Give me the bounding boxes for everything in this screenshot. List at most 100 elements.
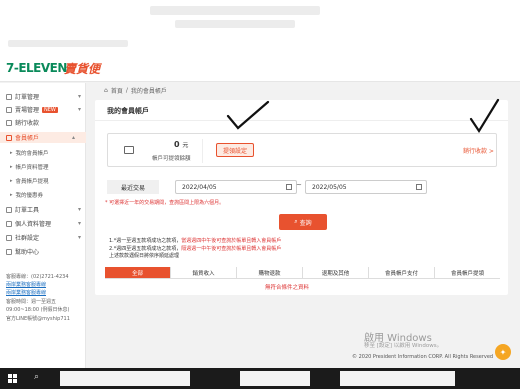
transaction-tabs: 全部 銷貨收入 購物退款 退期及其他 會員帳戶支付 會員帳戶提領: [105, 267, 500, 279]
page-title: 我的會員帳戶: [107, 107, 149, 115]
contact-line[interactable]: 官方LINE帳號@myship711: [6, 315, 70, 322]
amount-value: 0: [174, 140, 180, 149]
seven-eleven-logo[interactable]: 7-ELEVEN: [6, 61, 67, 75]
tab-account-withdrawal[interactable]: 會員帳戶提領: [435, 267, 500, 278]
no-data-message: 無符合條件之資料: [265, 285, 310, 291]
handwritten-checkmark: [469, 98, 500, 134]
sidebar-item-help[interactable]: 幫助中心: [6, 246, 39, 257]
chevron-down-icon: ▾: [78, 234, 82, 241]
taskbar-blank-region: [240, 371, 310, 386]
contact-phone: 客服專線：(02)2721-4234: [6, 274, 69, 280]
sidebar-item-label: 訂單管理: [15, 94, 40, 101]
sidebar-item-member-account[interactable]: 會員帳戶 ▴: [0, 132, 86, 143]
taskbar-blank-region: [60, 371, 190, 386]
subitem-label: 我的優惠券: [15, 193, 44, 199]
chevron-down-icon: ▾: [78, 220, 82, 227]
breadcrumb-home[interactable]: 首頁: [111, 86, 123, 95]
divider: [95, 120, 508, 121]
subitem-withdraw[interactable]: ▸ 會員帳戶提現: [10, 176, 49, 186]
copyright: © 2020 President Information CORP. All R…: [352, 354, 494, 360]
breadcrumb-separator: /: [125, 87, 128, 94]
site-header: 7-ELEVEN 賣貨便: [0, 56, 520, 82]
note-line: 1.*週一至週五款項成功之款項，當週週四中午後可查詢於帳單且轉入會員帳戶: [109, 238, 281, 246]
social-icon: [6, 234, 12, 241]
help-icon: [6, 248, 12, 255]
windows-start-icon[interactable]: [8, 374, 17, 383]
payment-record-link[interactable]: 銷行收款 >: [463, 146, 494, 155]
subitem-account-data[interactable]: ▸ 帳戶資料管理: [10, 162, 49, 172]
tab-sales-income[interactable]: 銷貨收入: [171, 267, 237, 278]
sidebar-item-label: 賣場管理: [15, 107, 40, 114]
withdraw-settings-button[interactable]: 提領設定: [216, 143, 254, 157]
chevron-down-icon: ▾: [78, 93, 82, 100]
wallet-icon: [124, 146, 134, 154]
date-separator: ~: [296, 181, 302, 189]
blurred-region: [150, 6, 320, 15]
tab-other[interactable]: 退期及其他: [303, 267, 369, 278]
chevron-up-icon: ▴: [72, 134, 76, 141]
query-button-label: 查詢: [299, 219, 312, 227]
tab-refund[interactable]: 購物退款: [237, 267, 303, 278]
home-icon[interactable]: ⌂: [104, 87, 108, 94]
balance-amount: 0 元: [174, 140, 188, 149]
sidebar-item-label: 社群設定: [15, 235, 40, 242]
date-to-value: 2022/05/05: [312, 183, 347, 191]
account-icon: [6, 134, 12, 141]
subitem-coupons[interactable]: ▸ 我的優惠券: [10, 190, 43, 200]
bullet-icon: ▸: [10, 178, 13, 184]
breadcrumb: ⌂ 首頁 / 我的會員帳戶: [104, 86, 167, 95]
balance-label: 帳戶可提領餘額: [152, 156, 191, 162]
sidebar-item-label: 會員帳戶: [15, 135, 40, 142]
contact-link[interactable]: 兩岸業務客服專線: [6, 281, 46, 288]
sidebar-item-label: 訂單工具: [15, 207, 40, 214]
sidebar-item-profile[interactable]: 個人資料管理 ▾: [6, 218, 81, 229]
sidebar-item-order-tools[interactable]: 訂單工具 ▾: [6, 204, 81, 215]
taskbar: ⌕: [0, 368, 520, 389]
note-line: 2.*週四至週五款項成功之款項，隔週週一中午後可查詢於帳單且轉入會員帳戶: [109, 246, 281, 254]
contact-hours: 09:00~18:00 (例假日休息): [6, 307, 70, 313]
myship-logo[interactable]: 賣貨便: [64, 60, 100, 77]
sidebar-item-payments[interactable]: 銷行收款: [6, 117, 39, 128]
new-badge: NEW: [42, 106, 58, 113]
query-button[interactable]: ⌕ 查詢: [279, 214, 327, 230]
top-blank-area: [0, 0, 520, 56]
tab-account-payment[interactable]: 會員帳戶支付: [369, 267, 435, 278]
profile-icon: [6, 220, 12, 227]
sidebar: 訂單管理 ▾ 賣場管理 NEW ▾ 銷行收款 會員帳戶 ▴ ▸ 我的會員帳戶 ▸ 帳…: [0, 83, 86, 368]
account-card: 我的會員帳戶 0 元 帳戶可提領餘額 提領設定 銷行收款 > 最近交易 2022…: [95, 100, 508, 295]
lightbulb-icon[interactable]: ✦: [495, 344, 511, 360]
blurred-region: [175, 20, 295, 28]
balance-box: 0 元 帳戶可提領餘額 提領設定 銷行收款 >: [107, 133, 497, 167]
contact-link[interactable]: 兩岸業務客服專線: [6, 289, 46, 296]
note-text: 1.*週一至週五款項成功之款項，: [109, 238, 182, 244]
bullet-icon: ▸: [10, 192, 13, 198]
note-line: 上述款款遇假日將依序順延處理: [109, 253, 281, 261]
sidebar-item-store[interactable]: 賣場管理 NEW ▾: [6, 104, 81, 115]
calendar-icon[interactable]: [286, 184, 292, 190]
payment-icon: [6, 119, 12, 126]
store-icon: [6, 106, 12, 113]
tab-all[interactable]: 全部: [105, 267, 171, 278]
date-from-value: 2022/04/05: [182, 183, 217, 191]
search-icon: ⌕: [294, 218, 298, 225]
bullet-icon: ▸: [10, 164, 13, 170]
breadcrumb-current: 我的會員帳戶: [130, 88, 167, 95]
payment-notes: 1.*週一至週五款項成功之款項，當週週四中午後可查詢於帳單且轉入會員帳戶 2.*…: [109, 238, 281, 261]
sidebar-item-label: 幫助中心: [15, 249, 40, 256]
search-icon[interactable]: ⌕: [34, 372, 39, 382]
tools-icon: [6, 206, 12, 213]
subitem-label: 我的會員帳戶: [15, 151, 49, 157]
note-text: 上述款款遇假日將依序順延處理: [109, 253, 180, 259]
date-from-input[interactable]: 2022/04/05: [175, 180, 297, 194]
amount-unit: 元: [182, 142, 189, 149]
subitem-my-account[interactable]: ▸ 我的會員帳戶: [10, 148, 49, 158]
contact-hours-title: 客服時間：週一至週五: [6, 299, 57, 305]
sidebar-item-orders[interactable]: 訂單管理 ▾: [6, 91, 81, 102]
date-to-input[interactable]: 2022/05/05: [305, 180, 427, 194]
calendar-icon[interactable]: [416, 184, 422, 190]
note-highlight: 當週週四中午後可查詢於帳單且轉入會員帳戶: [181, 238, 282, 244]
orders-icon: [6, 93, 12, 100]
sidebar-item-social[interactable]: 社群設定 ▾: [6, 232, 81, 243]
sidebar-item-label: 銷行收款: [15, 120, 40, 127]
recent-transactions-label: 最近交易: [107, 180, 159, 194]
